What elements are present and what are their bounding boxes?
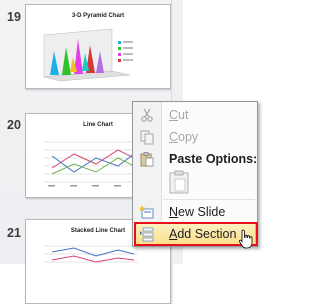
mouse-pointer-icon — [239, 229, 253, 249]
scissors-icon — [141, 108, 153, 122]
clipboard-icon[interactable] — [168, 170, 190, 194]
slide-number-19: 19 — [7, 10, 21, 24]
menu-item-copy[interactable]: Copy — [133, 126, 257, 148]
pyramid-chart-graphic — [43, 28, 133, 82]
menu-label-new-slide: New Slide — [169, 205, 226, 219]
menu-separator — [163, 199, 255, 200]
slide-thumbnail-19[interactable]: 3-D Pyramid Chart — [25, 4, 171, 89]
menu-label-copy: Copy — [169, 130, 199, 144]
menu-label-cut: Cut — [169, 108, 189, 122]
slide-number-21: 21 — [7, 226, 21, 240]
paste-icon — [140, 152, 154, 167]
copy-icon — [140, 130, 154, 145]
new-slide-icon — [139, 205, 154, 219]
menu-label-paste-options: Paste Options: — [169, 152, 258, 166]
menu-item-cut[interactable]: Cut — [133, 104, 257, 126]
menu-item-new-slide[interactable]: New Slide — [133, 201, 257, 223]
slide-number-20: 20 — [7, 118, 21, 132]
menu-item-paste-options: Paste Options: — [133, 148, 257, 170]
